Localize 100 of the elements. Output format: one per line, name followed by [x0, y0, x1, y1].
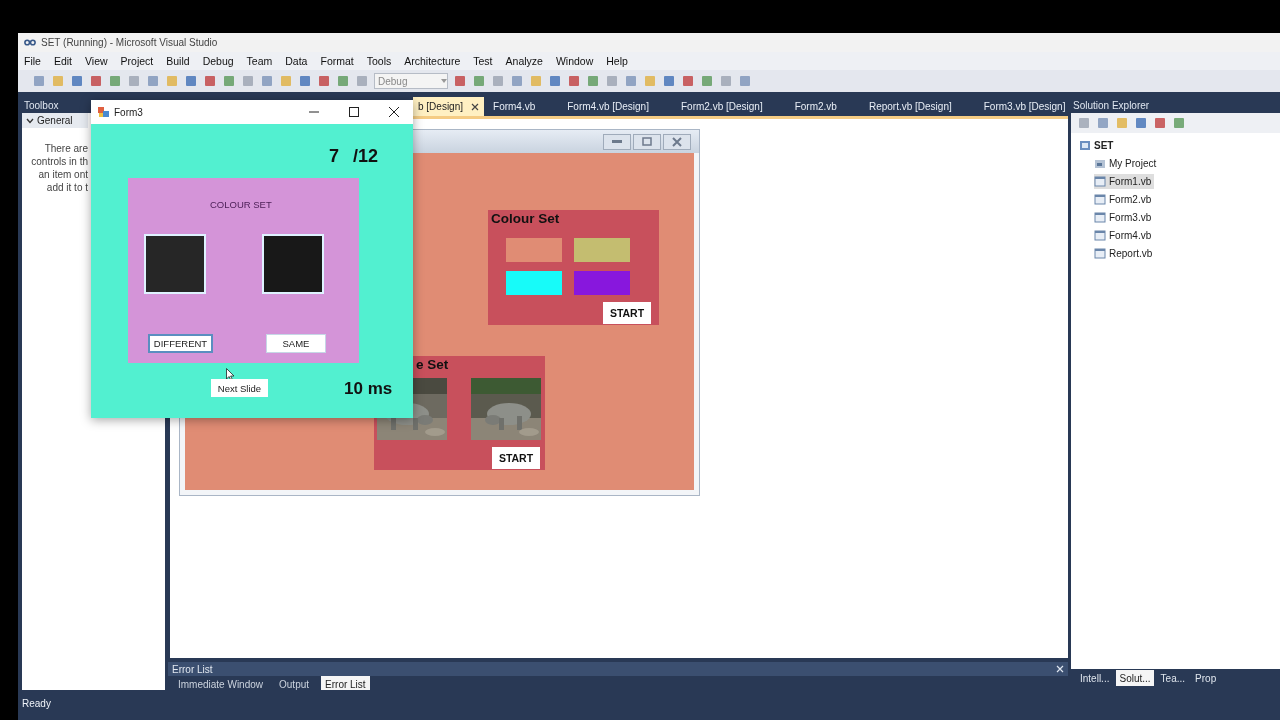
toolbar-icon[interactable]	[1153, 116, 1167, 130]
toolbar-icon[interactable]	[165, 74, 179, 88]
tree-item[interactable]: Form4.vb	[1094, 228, 1155, 243]
side-tab[interactable]: Solut...	[1116, 670, 1154, 686]
close-icon	[672, 136, 682, 147]
tree-item[interactable]: My Project	[1094, 156, 1160, 171]
toolbar-icon[interactable]	[510, 74, 524, 88]
toolbar-icon[interactable]	[146, 74, 160, 88]
panel-title: Solution Explorer	[1073, 99, 1150, 111]
toolbar-icon[interactable]	[529, 74, 543, 88]
side-tab[interactable]: Intell...	[1077, 670, 1113, 686]
toolbar-icon[interactable]	[127, 74, 141, 88]
close-icon[interactable]	[389, 107, 399, 117]
toolbar-icon[interactable]	[1096, 116, 1110, 130]
toolbar-icon[interactable]	[51, 74, 65, 88]
menu-item[interactable]: Data	[285, 55, 308, 67]
toolbar-icon[interactable]	[491, 74, 505, 88]
document-tab[interactable]: Form4.vb [Design]	[562, 97, 654, 116]
close-icon[interactable]	[471, 102, 480, 111]
toolbar-icon[interactable]	[222, 74, 236, 88]
menu-item[interactable]: Help	[606, 55, 628, 67]
toolbar-icon[interactable]	[260, 74, 274, 88]
toolbar-icon[interactable]	[700, 74, 714, 88]
document-tab[interactable]: Form2.vb [Design]	[675, 97, 768, 116]
toolbar-icon[interactable]	[203, 74, 217, 88]
toolbar-icon[interactable]	[298, 74, 312, 88]
menu-item[interactable]: Architecture	[404, 55, 461, 67]
menu-item[interactable]: Team	[246, 55, 273, 67]
minimize-button[interactable]	[603, 133, 631, 150]
document-tab[interactable]: Form3.vb [Design]	[978, 97, 1071, 116]
toolbox-message: controls in th	[31, 155, 88, 168]
toolbar-icon[interactable]	[472, 74, 486, 88]
toolbar-icon[interactable]	[70, 74, 84, 88]
start-button[interactable]: START	[492, 447, 540, 469]
toolbar-icon[interactable]	[719, 74, 733, 88]
toolbar-icon[interactable]	[279, 74, 293, 88]
menu-item[interactable]: Build	[166, 55, 190, 67]
toolbar-icon[interactable]	[89, 74, 103, 88]
maximize-icon[interactable]	[349, 107, 359, 117]
document-tab[interactable]: Form2.vb	[789, 97, 842, 116]
panel-tab[interactable]: Immediate Window	[174, 676, 268, 690]
close-button[interactable]	[663, 133, 691, 150]
menu-item[interactable]: Test	[473, 55, 493, 67]
tree-item[interactable]: Form3.vb	[1094, 210, 1155, 225]
menu-item[interactable]: File	[24, 55, 41, 67]
menu-item[interactable]: Window	[555, 55, 594, 67]
next-slide-button[interactable]: Next Slide	[211, 379, 268, 397]
project-icon	[1094, 158, 1106, 169]
document-tab[interactable]: Form4.vb	[488, 97, 541, 116]
toolbar-icon[interactable]	[1172, 116, 1186, 130]
toolbar-icon[interactable]	[567, 74, 581, 88]
toolbar-icon[interactable]	[336, 74, 350, 88]
panel-tab[interactable]: Output	[275, 676, 314, 690]
toolbar-icon[interactable]	[1134, 116, 1148, 130]
toolbar-icon[interactable]	[1077, 116, 1091, 130]
toolbar-icon[interactable]	[453, 74, 467, 88]
question-total: /12	[353, 146, 379, 167]
start-button[interactable]: START	[603, 302, 651, 324]
toolbar-icon[interactable]	[738, 74, 752, 88]
toolbox-group[interactable]: General	[22, 113, 88, 128]
toolbar-icon[interactable]	[586, 74, 600, 88]
toolbar-icon[interactable]	[108, 74, 122, 88]
panel-tab[interactable]: Error List	[321, 676, 370, 690]
tree-item[interactable]: Report.vb	[1094, 246, 1156, 261]
form-file-icon	[1094, 230, 1106, 241]
panel-title: Toolbox	[24, 99, 59, 111]
tree-item[interactable]: Form1.vb	[1094, 174, 1155, 189]
maximize-button[interactable]	[633, 133, 661, 150]
toolbar-icon[interactable]	[662, 74, 676, 88]
toolbar-icon[interactable]	[1115, 116, 1129, 130]
toolbar-icon[interactable]	[184, 74, 198, 88]
side-tab[interactable]: Tea...	[1157, 670, 1189, 686]
menu-item[interactable]: Tools	[366, 55, 392, 67]
toolbar-icon[interactable]	[317, 74, 331, 88]
toolbar-icon[interactable]	[643, 74, 657, 88]
toolbar-icon[interactable]	[624, 74, 638, 88]
answer-button[interactable]: DIFFERENT	[148, 334, 213, 353]
menu-item[interactable]: Format	[320, 55, 354, 67]
menu-item[interactable]: Debug	[202, 55, 234, 67]
answer-button[interactable]: SAME	[266, 334, 326, 353]
menu-item[interactable]: View	[85, 55, 108, 67]
toolbar-icon[interactable]	[32, 74, 46, 88]
form-file-icon	[1094, 194, 1106, 205]
tree-item[interactable]: Form2.vb	[1094, 192, 1155, 207]
toolbar-icon[interactable]	[241, 74, 255, 88]
form-file-icon	[1094, 248, 1106, 259]
minimize-icon	[612, 139, 622, 144]
toolbar-icon[interactable]	[355, 74, 369, 88]
menu-item[interactable]: Edit	[53, 55, 72, 67]
toolbar-icon[interactable]	[605, 74, 619, 88]
document-tab[interactable]: Report.vb [Design]	[863, 97, 957, 116]
menu-item[interactable]: Project	[120, 55, 154, 67]
tree-item[interactable]: SET	[1079, 137, 1117, 153]
form-file-icon	[1094, 212, 1106, 223]
toolbar-icon[interactable]	[548, 74, 562, 88]
document-tab[interactable]: b [Design]	[413, 97, 485, 116]
solution-icon	[1079, 139, 1091, 151]
toolbar-icon[interactable]	[681, 74, 695, 88]
side-tab[interactable]: Prop	[1192, 670, 1220, 686]
menu-item[interactable]: Analyze	[505, 55, 543, 67]
